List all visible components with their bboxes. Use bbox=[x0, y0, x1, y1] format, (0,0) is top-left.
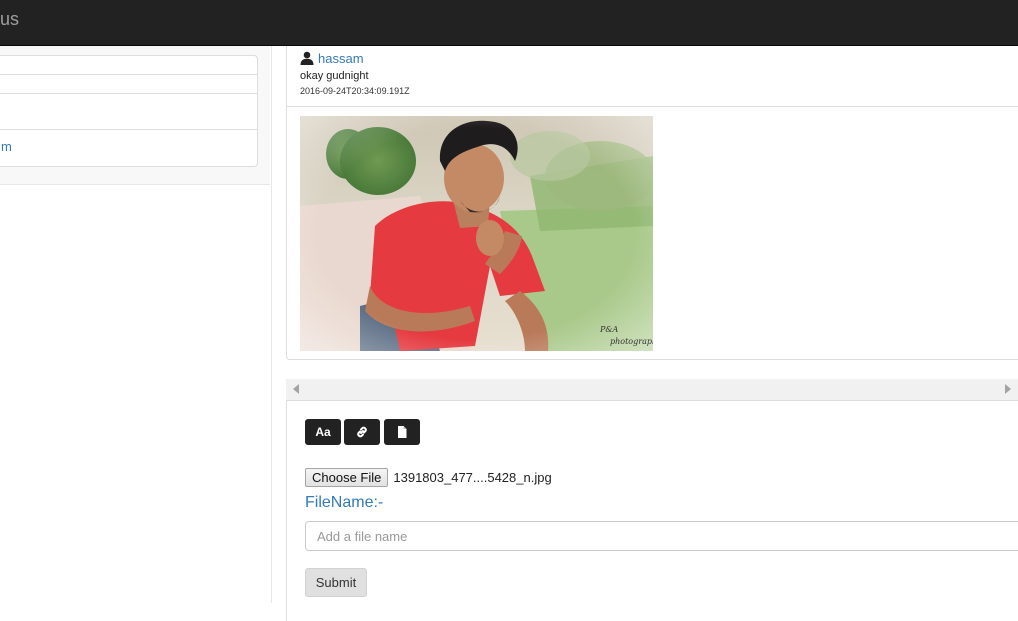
horizontal-scrollbar[interactable] bbox=[286, 379, 1018, 401]
file-button[interactable] bbox=[384, 419, 420, 445]
link-button[interactable] bbox=[344, 419, 380, 445]
sidebar: m bbox=[0, 46, 272, 603]
selected-file-name: 1391803_477....5428_n.jpg bbox=[393, 469, 552, 485]
filename-label: FileName:- bbox=[305, 494, 384, 511]
navbar-brand[interactable]: us bbox=[0, 9, 19, 29]
filename-input[interactable] bbox=[305, 521, 1018, 551]
sidebar-item-2[interactable] bbox=[0, 75, 257, 94]
link-icon bbox=[357, 426, 367, 438]
scroll-right-arrow-icon[interactable] bbox=[1005, 384, 1011, 394]
sidebar-item-4[interactable]: m bbox=[0, 130, 257, 166]
post-header: hassam okay gudnight 2016-09-24T20:34:09… bbox=[287, 46, 1018, 107]
scroll-left-arrow-icon[interactable] bbox=[293, 384, 299, 394]
post-panel: hassam okay gudnight 2016-09-24T20:34:09… bbox=[286, 46, 1018, 360]
post-username-link[interactable]: hassam bbox=[318, 51, 364, 66]
choose-file-button[interactable]: Choose File bbox=[305, 467, 389, 487]
sidebar-list: m bbox=[0, 55, 258, 167]
post-photo: P&A photography bbox=[300, 116, 653, 351]
watermark-text-1: P&A bbox=[599, 325, 619, 334]
file-upload-row: Choose File 1391803_477....5428_n.jpg bbox=[305, 467, 552, 487]
text-format-button[interactable]: Aa bbox=[305, 419, 341, 445]
font-icon: Aa bbox=[315, 425, 331, 439]
sidebar-item-link[interactable]: m bbox=[1, 139, 12, 154]
watermark-text-2: photography bbox=[610, 337, 653, 346]
composer: Aa Choose File 1391803_477....5428_n.jpg… bbox=[286, 401, 1018, 621]
post-text: okay gudnight bbox=[300, 70, 369, 82]
main-content: hassam okay gudnight 2016-09-24T20:34:09… bbox=[286, 46, 1018, 621]
top-navbar: us bbox=[0, 0, 1018, 46]
file-icon bbox=[398, 426, 407, 438]
post-timestamp: 2016-09-24T20:34:09.191Z bbox=[300, 86, 410, 96]
user-icon bbox=[300, 51, 314, 65]
post-image[interactable]: P&A photography bbox=[300, 116, 653, 351]
sidebar-item-3[interactable] bbox=[0, 94, 257, 130]
sidebar-item-1[interactable] bbox=[0, 56, 257, 75]
submit-button[interactable]: Submit bbox=[305, 568, 367, 597]
